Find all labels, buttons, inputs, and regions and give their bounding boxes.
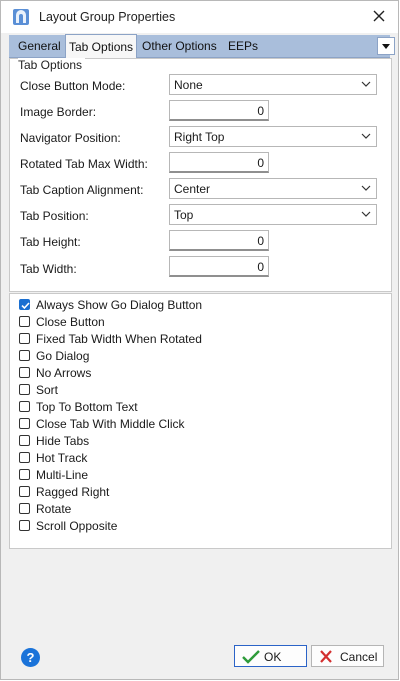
checkbox-label: Go Dialog: [36, 349, 90, 363]
checkbox-label: Scroll Opposite: [36, 519, 118, 533]
chevron-down-icon: [361, 81, 371, 87]
tab-tab-options[interactable]: Tab Options: [65, 34, 138, 58]
close-button-mode-value: None: [174, 78, 203, 92]
checkbox-label: No Arrows: [36, 366, 92, 380]
navigator-position-value: Right Top: [174, 130, 225, 144]
tab-caption-alignment-value: Center: [174, 182, 211, 196]
rotated-tab-max-width-input[interactable]: 0: [169, 152, 269, 173]
close-button-mode-label: Close Button Mode:: [20, 79, 126, 93]
tab-height-input[interactable]: 0: [169, 230, 269, 251]
image-border-label: Image Border:: [20, 105, 97, 119]
navigator-position-label: Navigator Position:: [20, 131, 121, 145]
chevron-down-icon: [361, 185, 371, 191]
checkbox-label: Hide Tabs: [36, 434, 90, 448]
tab-caption-alignment-label: Tab Caption Alignment:: [20, 183, 144, 197]
tab-position-value: Top: [174, 208, 194, 222]
help-icon[interactable]: ?: [21, 648, 40, 667]
checkbox-label: Rotate: [36, 502, 72, 516]
checkbox-label: Top To Bottom Text: [36, 400, 138, 414]
image-border-value: 0: [257, 104, 264, 118]
tab-caption-alignment-select[interactable]: Center: [169, 178, 377, 199]
image-border-input[interactable]: 0: [169, 100, 269, 121]
checkbox-label: Close Button: [36, 315, 105, 329]
checkbox-label: Sort: [36, 383, 59, 397]
ok-label: OK: [264, 650, 282, 664]
chevron-down-icon: [361, 211, 371, 217]
layout-group-icon: [12, 8, 30, 26]
checkbox-unchecked-icon: [19, 435, 30, 446]
tab-width-input[interactable]: 0: [169, 256, 269, 277]
checkbox-unchecked-icon: [19, 452, 30, 463]
dialog-window: Layout Group Properties General Tab Opti…: [0, 0, 399, 680]
chevron-down-icon: [361, 133, 371, 139]
cancel-label: Cancel: [340, 650, 378, 664]
checkbox-unchecked-icon: [19, 333, 30, 344]
navigator-position-select[interactable]: Right Top: [169, 126, 377, 147]
close-icon[interactable]: [369, 6, 389, 26]
tab-height-label: Tab Height:: [20, 235, 81, 249]
tab-options-group: Tab Options Close Button Mode: None Imag…: [9, 58, 392, 292]
tab-height-value: 0: [257, 234, 264, 248]
tab-width-label: Tab Width:: [20, 262, 77, 276]
rotated-tab-max-width-value: 0: [257, 156, 264, 170]
ok-button[interactable]: OK: [234, 645, 307, 667]
cross-icon: [320, 650, 332, 663]
tab-width-value: 0: [257, 260, 264, 274]
checkbox-checked-icon: [19, 299, 30, 310]
checkbox-label: Always Show Go Dialog Button: [36, 298, 203, 312]
checkbox-unchecked-icon: [19, 486, 30, 497]
checkbox-unchecked-icon: [19, 316, 30, 327]
tab-list-dropdown-button[interactable]: [377, 37, 395, 55]
tab-eeps[interactable]: EEPs: [225, 35, 261, 57]
checkbox-label: Fixed Tab Width When Rotated: [36, 332, 202, 346]
title-bar: Layout Group Properties: [1, 1, 398, 33]
checkbox-label: Multi-Line: [36, 468, 89, 482]
checkbox-unchecked-icon: [19, 367, 30, 378]
checkbox-unchecked-icon: [19, 469, 30, 480]
checkbox-label: Hot Track: [36, 451, 88, 465]
options-checkbox-list: Always Show Go Dialog Button Close Butto…: [9, 293, 392, 549]
rotated-tab-max-width-label: Rotated Tab Max Width:: [20, 157, 148, 171]
checkbox-label: Close Tab With Middle Click: [36, 417, 185, 431]
tab-position-label: Tab Position:: [20, 209, 89, 223]
tab-position-select[interactable]: Top: [169, 204, 377, 225]
checkbox-unchecked-icon: [19, 520, 30, 531]
checkbox-unchecked-icon: [19, 503, 30, 514]
checkbox-unchecked-icon: [19, 384, 30, 395]
checkbox-unchecked-icon: [19, 418, 30, 429]
checkbox-label: Ragged Right: [36, 485, 110, 499]
tab-general[interactable]: General: [15, 35, 64, 57]
tab-other-options[interactable]: Other Options: [139, 35, 220, 57]
window-title: Layout Group Properties: [39, 10, 176, 24]
checkbox-unchecked-icon: [19, 350, 30, 361]
checkmark-icon: [242, 650, 260, 664]
tab-strip: General Tab Options Other Options EEPs: [9, 34, 395, 58]
cancel-button[interactable]: Cancel: [311, 645, 384, 667]
group-title: Tab Options: [18, 58, 86, 72]
close-button-mode-select[interactable]: None: [169, 74, 377, 95]
checkbox-unchecked-icon: [19, 401, 30, 412]
